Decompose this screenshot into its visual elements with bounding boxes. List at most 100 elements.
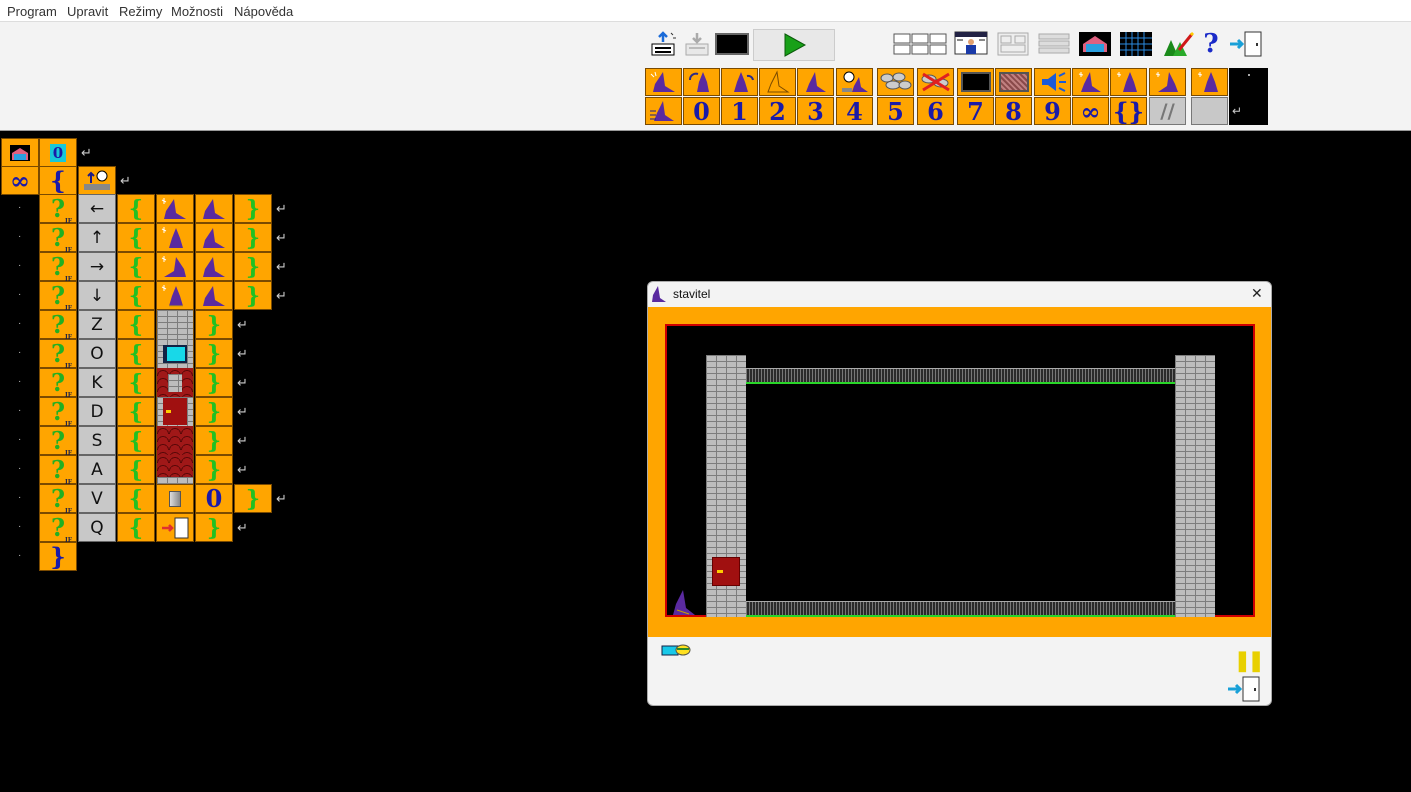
cmd-ghost-icon[interactable] [759,68,796,96]
close-brace-tile[interactable]: } [234,484,272,513]
paint-icon[interactable] [1160,30,1196,58]
key-tile-v[interactable]: V [78,484,116,513]
command-tile[interactable] [195,252,233,281]
cmd-black-screen-icon[interactable] [957,68,994,96]
if-tile[interactable]: ? IF [39,397,77,428]
command-tile[interactable] [156,397,194,426]
open-brace-tile[interactable]: { [117,339,155,368]
close-brace-tile[interactable]: } [234,194,272,223]
key-tile-k[interactable]: K [78,368,116,397]
command-tile[interactable] [156,252,194,281]
command-tile[interactable] [156,223,194,252]
close-brace-tile[interactable]: } [195,339,233,368]
counter-tile[interactable]: 0 [39,138,77,167]
cmd-step-left-icon[interactable] [645,68,682,96]
grid-icon[interactable] [1118,30,1154,58]
key-tile-s[interactable]: S [78,426,116,455]
cmd-magic-down-icon[interactable] [1191,68,1228,96]
open-brace-tile[interactable]: { [117,484,155,513]
run-button[interactable] [753,29,835,61]
if-tile[interactable]: ? IF [39,223,77,254]
comment-tile[interactable]: // [1149,97,1186,125]
key-tile-d[interactable]: D [78,397,116,426]
menu-program[interactable]: Program [7,4,57,19]
close-brace-tile[interactable]: } [39,542,77,571]
cmd-fly-icon[interactable] [645,97,682,125]
open-brace-tile[interactable]: { [117,455,155,484]
cmd-sound-icon[interactable] [1034,68,1071,96]
command-tile[interactable] [156,339,194,368]
robot-list-icon[interactable] [1036,30,1072,58]
close-brace-tile[interactable]: } [195,368,233,397]
open-brace-tile[interactable]: { [117,194,155,223]
close-brace-tile[interactable]: } [195,310,233,339]
cmd-timer-icon[interactable] [836,68,873,96]
command-tile[interactable] [156,455,194,484]
close-brace-tile[interactable]: } [195,513,233,542]
digit-6[interactable]: 6 [917,97,954,126]
command-tile[interactable] [156,281,194,310]
open-brace-tile[interactable]: { [117,513,155,542]
digit-0[interactable]: 0 [683,97,720,126]
command-tile[interactable] [195,281,233,310]
digit-1[interactable]: 1 [721,97,758,126]
digit-2[interactable]: 2 [759,97,796,126]
key-tile-down[interactable]: ↓ [78,281,116,310]
pause-button[interactable]: ❚❚ [1234,648,1264,673]
digit-9[interactable]: 9 [1034,97,1071,126]
upload-icon[interactable] [646,30,682,58]
key-tile-a[interactable]: A [78,455,116,484]
key-tile-left[interactable]: ← [78,194,116,223]
close-brace-tile[interactable]: } [234,281,272,310]
key-tile-z[interactable]: Z [78,310,116,339]
digit-7[interactable]: 7 [957,97,994,126]
close-brace-tile[interactable]: } [195,455,233,484]
open-brace-tile[interactable]: { [117,397,155,426]
menu-upravit[interactable]: Upravit [67,4,108,19]
key-tile-up[interactable]: ↑ [78,223,116,252]
digit-5[interactable]: 5 [877,97,914,126]
close-brace-tile[interactable]: } [195,397,233,426]
cmd-pattern-icon[interactable] [995,68,1032,96]
command-tile[interactable] [156,194,194,223]
cmd-remove-stones-icon[interactable] [917,68,954,96]
open-brace-tile[interactable]: { [117,252,155,281]
digit-8[interactable]: 8 [995,97,1032,126]
if-tile[interactable]: ? IF [39,194,77,225]
if-tile[interactable]: ? IF [39,455,77,486]
menu-moznosti[interactable]: Možnosti [171,4,223,19]
robots-icon[interactable] [995,30,1031,58]
help-icon[interactable]: ? [1196,29,1226,59]
if-tile[interactable]: ? IF [39,339,77,370]
command-tile[interactable] [156,310,194,339]
if-tile[interactable]: ? IF [39,513,77,544]
exit-icon[interactable] [1228,30,1264,58]
screen-icon[interactable] [714,30,750,58]
close-brace-tile[interactable]: } [195,426,233,455]
number-tile[interactable]: 0 [195,484,233,513]
window-exit-icon[interactable] [1226,675,1262,703]
cmd-go-icon[interactable] [797,68,834,96]
if-tile[interactable]: ? IF [39,310,77,341]
digit-4[interactable]: 4 [836,97,873,126]
close-button[interactable]: ✕ [1251,285,1263,302]
menu-napoveda[interactable]: Nápověda [234,4,293,19]
open-brace-tile[interactable]: { [117,426,155,455]
cmd-magic-up-icon[interactable] [1110,68,1147,96]
open-brace-tile[interactable]: { [117,281,155,310]
if-tile[interactable]: ? IF [39,281,77,312]
loop-tile[interactable]: ∞ [1,166,39,195]
digit-3[interactable]: 3 [797,97,834,126]
cmd-magic-right-icon[interactable] [1149,68,1186,96]
cmd-stones-icon[interactable] [877,68,914,96]
open-brace-tile[interactable]: { [39,166,77,195]
open-brace-tile[interactable]: { [117,223,155,252]
teacher-icon[interactable] [953,30,989,58]
menu-rezimy[interactable]: Režimy [119,4,162,19]
grid-view-icon[interactable] [892,30,948,58]
cmd-magic-left-icon[interactable] [1072,68,1109,96]
download-icon[interactable] [680,30,716,58]
timer-tile[interactable] [78,166,116,195]
command-tile[interactable] [156,484,194,513]
command-tile[interactable] [156,368,194,397]
